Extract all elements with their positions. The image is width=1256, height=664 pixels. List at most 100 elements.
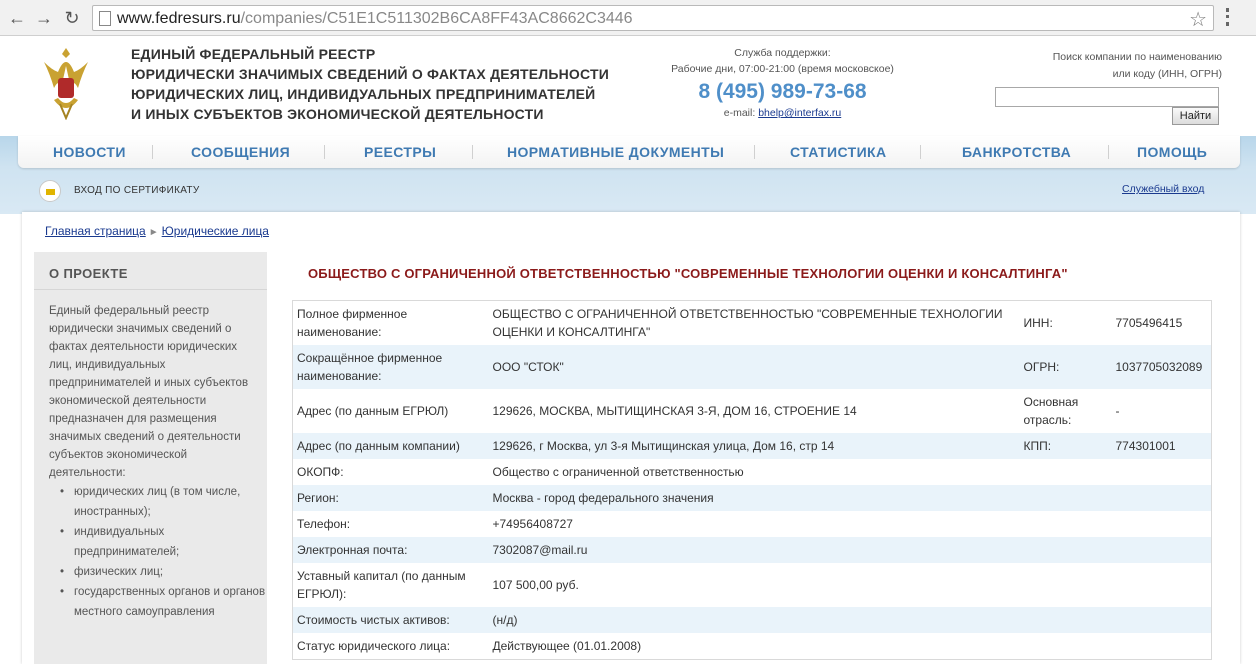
back-icon[interactable]: ←	[6, 7, 28, 29]
service-login-link[interactable]: Служебный вход	[1122, 183, 1204, 195]
row-value: Москва - город федерального значения	[488, 485, 1020, 511]
menu-strip: НОВОСТИ СООБЩЕНИЯ РЕЕСТРЫ НОРМАТИВНЫЕ ДО…	[18, 136, 1240, 168]
menu-item-help[interactable]: ПОМОЩЬ	[1137, 144, 1207, 160]
list-item: государственных органов и органов местно…	[60, 582, 267, 622]
row-value-secondary	[1111, 485, 1212, 511]
row-value-secondary	[1112, 563, 1212, 607]
list-item: физических лиц;	[60, 562, 267, 582]
row-label: Полное фирменное наименование:	[297, 307, 408, 339]
breadcrumb-home-link[interactable]: Главная страница	[45, 224, 146, 238]
table-row: Полное фирменное наименование: ОБЩЕСТВО С…	[293, 301, 1212, 346]
row-label-secondary: ОГРН:	[1019, 345, 1112, 389]
breadcrumb-legal-entities-link[interactable]: Юридические лица	[162, 224, 269, 238]
sidebar-title: О ПРОЕКТЕ	[34, 252, 267, 290]
address-bar[interactable]: www.fedresurs.ru/companies/C51E1C511302B…	[92, 5, 1214, 31]
row-value-secondary	[1112, 633, 1212, 660]
row-label: ОКОПФ:	[297, 465, 344, 479]
menu-separator	[472, 145, 473, 159]
row-value-secondary	[1111, 607, 1212, 633]
certificate-login-link[interactable]: ВХОД ПО СЕРТИФИКАТУ	[74, 185, 200, 196]
menu-separator	[754, 145, 755, 159]
row-value: 107 500,00 руб.	[492, 578, 579, 592]
certificate-lock-icon[interactable]	[39, 180, 61, 202]
support-block: Служба поддержки: Рабочие дни, 07:00-21:…	[660, 45, 905, 121]
support-phone: 8 (495) 989-73-68	[698, 80, 867, 103]
menu-item-registries[interactable]: РЕЕСТРЫ	[364, 144, 436, 160]
breadcrumb: Главная страница ► Юридические лица	[45, 224, 269, 238]
row-value-secondary	[1112, 459, 1212, 485]
menu-item-regulations[interactable]: НОРМАТИВНЫЕ ДОКУМЕНТЫ	[507, 144, 724, 160]
main-menu: НОВОСТИ СООБЩЕНИЯ РЕЕСТРЫ НОРМАТИВНЫЕ ДО…	[0, 136, 1256, 214]
sidebar-text: Единый федеральный реестр юридически зна…	[49, 305, 249, 479]
row-value-secondary: 7705496415	[1115, 316, 1183, 330]
breadcrumb-separator-icon: ►	[148, 227, 159, 238]
row-label-secondary	[1020, 563, 1112, 607]
list-item: индивидуальных предпринимателей;	[60, 522, 267, 562]
row-value: ООО "СТОК"	[488, 345, 1020, 389]
menu-item-news[interactable]: НОВОСТИ	[53, 144, 126, 160]
menu-separator	[152, 145, 153, 159]
browser-menu-icon[interactable]	[1226, 8, 1230, 26]
menu-separator	[324, 145, 325, 159]
menu-item-statistics[interactable]: СТАТИСТИКА	[790, 144, 887, 160]
row-label-secondary: КПП:	[1019, 433, 1112, 459]
row-label-secondary: ИНН:	[1023, 316, 1053, 330]
row-label-secondary	[1019, 607, 1112, 633]
row-value: Общество с ограниченной ответственностью	[492, 465, 744, 479]
content-panel: Главная страница ► Юридические лица О ПРОЕ…	[22, 212, 1240, 664]
menu-item-messages[interactable]: СООБЩЕНИЯ	[191, 144, 290, 160]
row-label: Телефон:	[297, 517, 351, 531]
row-label: Адрес (по данным ЕГРЮЛ)	[297, 404, 449, 418]
menu-item-bankruptcy[interactable]: БАНКРОТСТВА	[962, 144, 1071, 160]
table-row: Статус юридического лица: Действующее (01…	[293, 633, 1212, 660]
row-label: Электронная почта:	[292, 537, 489, 563]
row-label-secondary	[1020, 511, 1112, 537]
list-item: юридических лиц (в том числе, иностранны…	[60, 482, 267, 522]
table-row: Телефон: +74956408727	[293, 511, 1212, 537]
table-row: ОКОПФ: Общество с ограниченной ответствен…	[293, 459, 1212, 485]
row-label: Уставный капитал (по данным ЕГРЮЛ):	[297, 569, 466, 601]
row-value: +74956408727	[492, 517, 573, 531]
search-label: Поиск компании по наименованию или коду …	[1052, 51, 1222, 80]
table-row: Электронная почта: 7302087@mail.ru	[292, 537, 1212, 563]
row-value-secondary	[1111, 537, 1212, 563]
site-header: ЕДИНЫЙ ФЕДЕРАЛЬНЫЙ РЕЕСТР ЮРИДИЧЕСКИ ЗНА…	[0, 36, 1256, 152]
bookmark-star-icon[interactable]: ☆	[1189, 7, 1207, 32]
row-value-secondary: -	[1115, 404, 1120, 418]
table-row: Сокращённое фирменное наименование: ООО "…	[292, 345, 1212, 389]
row-label-secondary	[1020, 459, 1112, 485]
table-row: Стоимость чистых активов: (н/д)	[292, 607, 1212, 633]
row-label: Стоимость чистых активов:	[292, 607, 489, 633]
row-label-secondary	[1019, 537, 1112, 563]
sidebar-about: О ПРОЕКТЕ Единый федеральный реестр юрид…	[34, 252, 267, 664]
row-value: Действующее (01.01.2008)	[492, 639, 642, 653]
row-label-secondary: Основная отрасль:	[1023, 395, 1079, 427]
forward-icon[interactable]: →	[33, 7, 55, 29]
row-label: Регион:	[292, 485, 489, 511]
row-label: Сокращённое фирменное наименование:	[292, 345, 489, 389]
reload-icon[interactable]: ↻	[61, 7, 83, 29]
coat-of-arms-icon	[44, 48, 88, 120]
browser-toolbar: ← → ↻ www.fedresurs.ru/companies/C51E1C5…	[0, 0, 1256, 36]
menu-separator	[920, 145, 921, 159]
support-email-link[interactable]: bhelp@interfax.ru	[758, 107, 841, 119]
row-value: 129626, г Москва, ул 3-я Мытищинская ули…	[488, 433, 1020, 459]
company-title: ОБЩЕСТВО С ОГРАНИЧЕННОЙ ОТВЕТСТВЕННОСТЬЮ…	[308, 266, 1068, 281]
row-value: 129626, МОСКВА, МЫТИЩИНСКАЯ 3-Я, ДОМ 16,…	[492, 404, 857, 418]
company-info-table: Полное фирменное наименование: ОБЩЕСТВО С…	[292, 300, 1212, 660]
table-row: Адрес (по данным ЕГРЮЛ) 129626, МОСКВА, М…	[293, 389, 1212, 433]
page-icon	[99, 11, 111, 26]
row-value-secondary	[1112, 511, 1212, 537]
row-label-secondary	[1019, 485, 1112, 511]
row-label-secondary	[1020, 633, 1112, 660]
registry-title: ЕДИНЫЙ ФЕДЕРАЛЬНЫЙ РЕЕСТР ЮРИДИЧЕСКИ ЗНА…	[131, 46, 609, 122]
row-label: Адрес (по данным компании)	[292, 433, 489, 459]
url-text[interactable]: www.fedresurs.ru/companies/C51E1C511302B…	[117, 9, 633, 29]
table-row: Уставный капитал (по данным ЕГРЮЛ): 107 5…	[293, 563, 1212, 607]
menu-separator	[1108, 145, 1109, 159]
row-value: ОБЩЕСТВО С ОГРАНИЧЕННОЙ ОТВЕТСТВЕННОСТЬЮ…	[492, 307, 1003, 339]
find-button[interactable]: Найти	[1172, 107, 1219, 125]
table-row: Адрес (по данным компании) 129626, г Моск…	[292, 433, 1212, 459]
row-value: (н/д)	[488, 607, 1020, 633]
company-search-input[interactable]	[995, 87, 1219, 107]
